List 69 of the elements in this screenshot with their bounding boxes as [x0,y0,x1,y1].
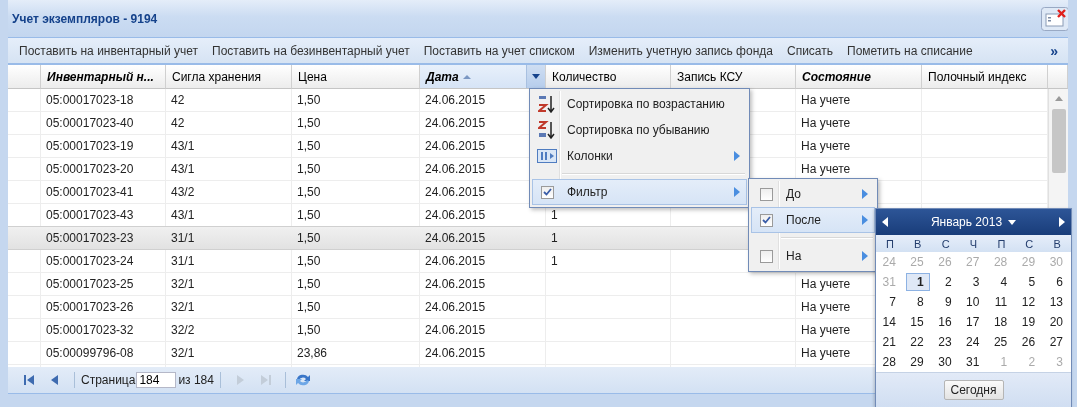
table-cell: 05:00017023-18 [46,93,134,107]
table-cell: 43/1 [171,208,195,222]
table-cell: 24.06.2015 [425,254,486,268]
table-cell: 31/1 [171,231,195,245]
table-cell: 05:00017023-40 [46,116,134,130]
table-cell: 24.06.2015 [425,185,486,199]
weekday-label: Ч [968,237,979,250]
table-cell: 24.06.2015 [425,277,486,291]
table-cell: 31/1 [171,254,195,268]
table-cell: 24.06.2015 [425,93,486,107]
weekday-label: В [1052,237,1062,250]
page-count: из 184 [178,373,214,387]
table-cell: 24.06.2015 [425,139,486,153]
table-cell: 24.06.2015 [425,208,486,222]
table-cell: На учете [801,277,851,291]
table-cell: 1,50 [297,277,321,291]
table-cell: 32/1 [171,300,195,314]
table-cell: 42 [171,116,185,130]
table-cell: На учете [801,93,851,107]
weekday-label: В [913,237,923,250]
table-cell: 1,50 [297,231,321,245]
table-cell: 05:00017023-25 [46,277,134,291]
table-cell: На учете [801,323,851,337]
table-cell: 1,50 [297,300,321,314]
table-cell: 1,50 [297,116,321,130]
table-cell: 05:00017023-24 [46,254,134,268]
table-cell: 24.06.2015 [425,162,486,176]
table-cell: 24.06.2015 [425,346,486,360]
table-cell: 05:00017023-26 [46,300,134,314]
table-cell: 42 [171,93,185,107]
table-cell: 1,50 [297,185,321,199]
table-cell: 24.06.2015 [425,323,486,337]
table-cell: 1,50 [297,139,321,153]
table-cell: 23,86 [297,346,328,360]
table-cell: 32/1 [171,346,195,360]
weekday-label: П [996,237,1007,250]
table-cell: 1 [551,208,558,222]
weekday-label: С [940,237,951,250]
window-title: Учет экземпляров - 9194 [12,11,158,26]
table-cell: 05:00017023-32 [46,323,134,337]
table-cell: 43/2 [171,185,195,199]
table-cell: 1,50 [297,323,321,337]
table-cell: 05:00017023-41 [46,185,134,199]
weekday-label: П [884,237,895,250]
table-cell: 1,50 [297,208,321,222]
table-cell: 24.06.2015 [425,300,486,314]
table-cell: 43/1 [171,162,195,176]
weekday-label: С [1024,237,1035,250]
table-cell: На учете [801,116,851,130]
table-cell: 24.06.2015 [425,231,486,245]
table-cell: На учете [801,346,851,360]
table-cell: 43/1 [171,139,195,153]
table-cell: На учете [801,162,851,176]
table-cell: 32/2 [171,323,195,337]
table-cell: 1,50 [297,254,321,268]
table-cell: 05:00017023-20 [46,162,134,176]
table-cell: На учете [801,139,851,153]
table-cell: 05:00099796-08 [46,346,134,360]
table-cell: 1,50 [297,162,321,176]
table-cell: 32/1 [171,277,195,291]
table-cell: 05:00017023-19 [46,139,134,153]
table-cell: 1 [551,231,558,245]
table-cell: На учете [801,300,851,314]
table-cell: 1 [551,254,558,268]
table-cell: 1,50 [297,93,321,107]
table-cell: 05:00017023-43 [46,208,134,222]
table-cell: 05:00017023-23 [46,231,134,245]
page-label: Страница [81,373,136,387]
table-cell: 24.06.2015 [425,116,486,130]
